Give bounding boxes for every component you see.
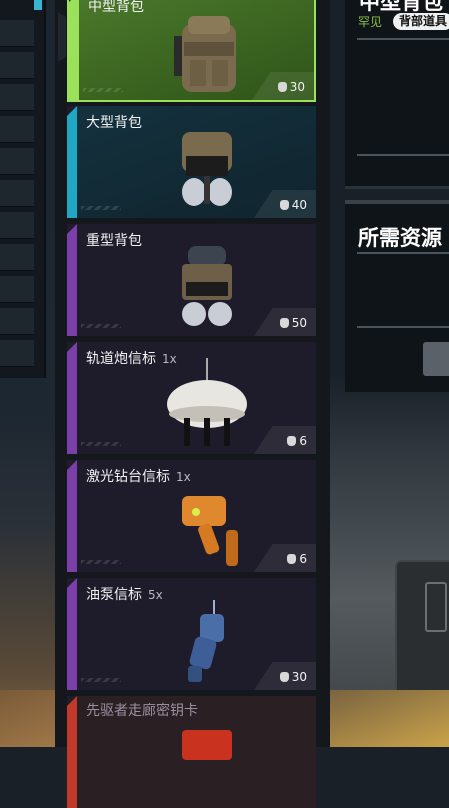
item-price: 30 [279,670,307,684]
item-price: 6 [287,434,307,448]
rarity-stripe [67,224,77,336]
decor-dash [81,442,121,446]
category-badge: 背部道具 [393,13,449,30]
backpack-icon [174,16,236,92]
divider [357,326,449,328]
left-panel-row [0,148,34,175]
decor-dash [81,206,121,210]
item-name: 油泵信标 5x [86,587,163,603]
beacon-icon [188,600,224,682]
backpack-icon [182,132,232,206]
left-panel-row [0,84,34,111]
money-bag-icon [277,82,287,92]
decor-dash [81,324,121,328]
resources-title: 所需资源 [358,226,442,250]
list-item-railgun-beacon[interactable]: 轨道炮信标 1x 6 [67,342,316,454]
divider [357,154,449,156]
background-floor [330,690,449,747]
left-panel-row [0,116,34,143]
resources-panel: 所需资源 [345,200,449,392]
item-name: 重型背包 [86,233,142,249]
left-panel-row [0,20,34,47]
rarity-stripe [69,0,79,100]
money-bag-icon [287,554,297,564]
left-panel-row [0,340,34,367]
rarity-stripe [67,460,77,572]
rarity-stripe [67,696,77,808]
item-name: 中型背包 [88,0,144,15]
item-quantity: 5x [148,588,163,602]
left-panel-row [0,52,34,79]
left-panel-row [0,180,34,207]
item-price: 40 [279,198,307,212]
beacon-icon [182,496,238,566]
left-panel [0,0,46,378]
item-price: 50 [279,316,307,330]
item-name: 大型背包 [86,115,142,131]
rarity-stripe [67,578,77,690]
background-floor [0,690,60,747]
scroll-indicator[interactable] [58,12,66,62]
list-item-large-backpack[interactable]: 大型背包 40 [67,106,316,218]
money-bag-icon [279,672,289,682]
left-tab-indicator [34,0,42,10]
list-item-pioneer-keycard[interactable]: 先驱者走廊密钥卡 [67,696,316,808]
list-item-oil-pump-beacon[interactable]: 油泵信标 5x 30 [67,578,316,690]
left-panel-row [0,276,34,303]
decor-dash [81,560,121,564]
money-bag-icon [287,436,297,446]
rarity-label: 罕见 [358,15,383,29]
money-bag-icon [279,318,289,328]
list-item-heavy-backpack[interactable]: 重型背包 50 [67,224,316,336]
keycard-icon [182,730,232,760]
list-item-laser-drill-beacon[interactable]: 激光钻台信标 1x 6 [67,460,316,572]
list-item-medium-backpack[interactable]: 中型背包 30 [67,0,316,102]
rarity-stripe [67,106,77,218]
item-price: 6 [287,552,307,566]
beacon-icon [167,358,247,446]
left-panel-row [0,212,34,239]
left-panel-row [0,244,34,271]
resource-slot-button[interactable] [423,342,449,376]
money-bag-icon [279,200,289,210]
rarity-stripe [67,342,77,454]
decor-dash [81,678,121,682]
item-detail-panel: 中型背包 罕见 背部道具 [345,0,449,189]
backpack-icon [182,246,232,326]
decor-dash [83,88,123,92]
left-panel-row [0,308,34,335]
divider [357,38,449,40]
divider [357,252,449,254]
item-name: 先驱者走廊密钥卡 [86,703,198,719]
item-price: 30 [277,80,305,94]
